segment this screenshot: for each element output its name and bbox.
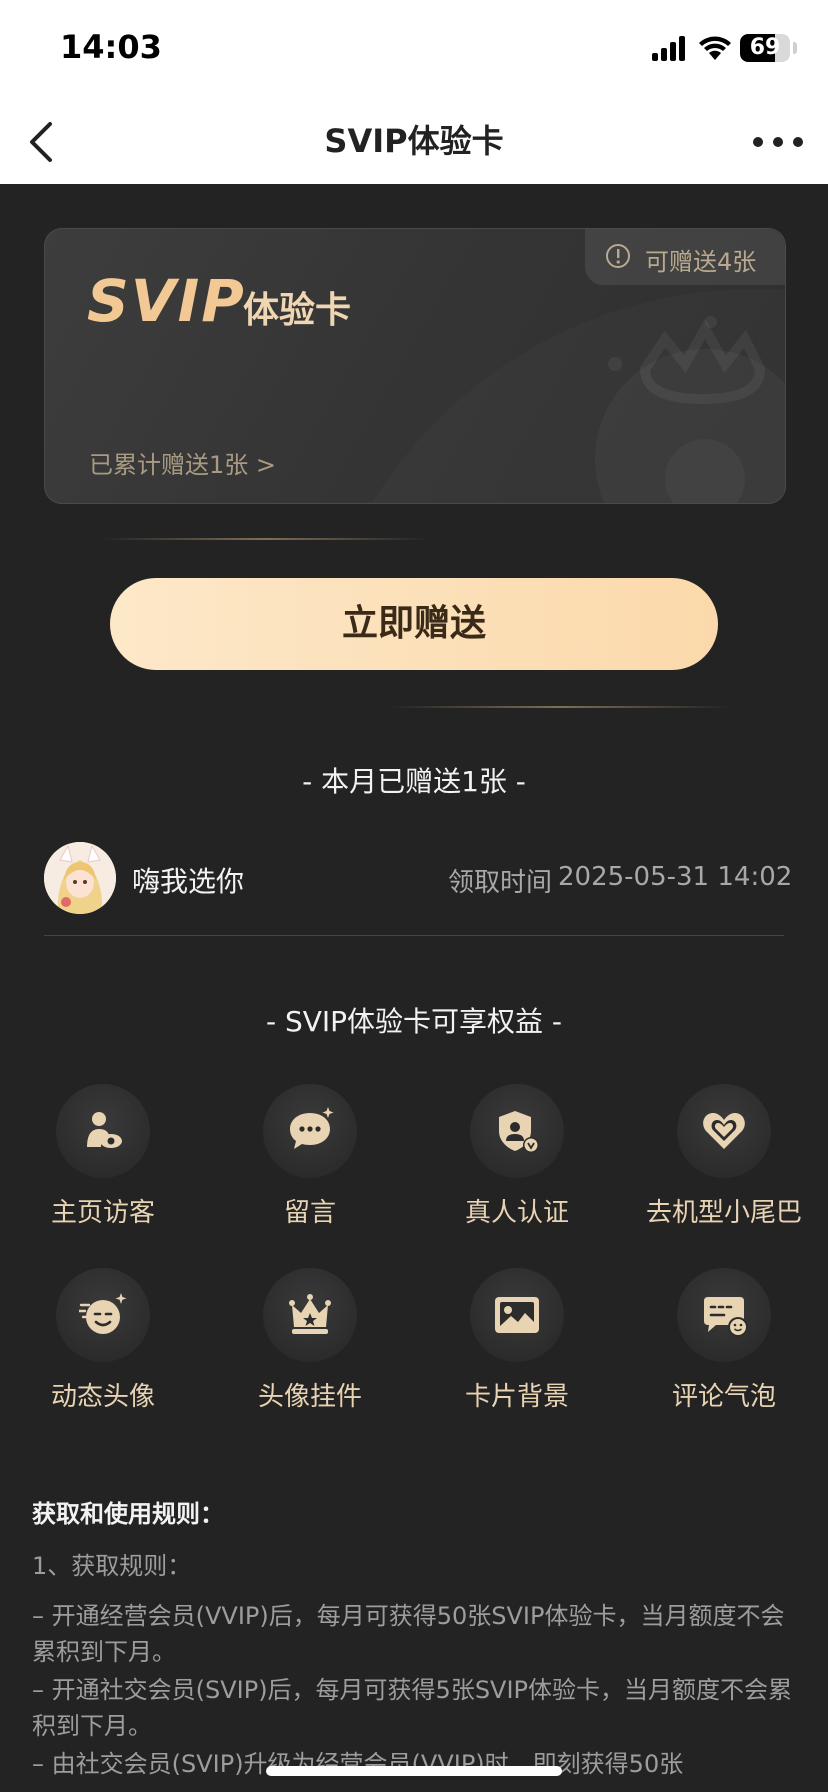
benefit-label: 留言 [283, 1198, 336, 1228]
send-now-button[interactable]: 立即赠送 [110, 578, 718, 670]
verified-shield-icon [499, 1111, 539, 1153]
giftable-badge: 可赠送4张 [585, 229, 785, 285]
battery-cap [793, 42, 797, 54]
benefit-label: 头像挂件 [257, 1382, 362, 1412]
benefit-label: 主页访客 [50, 1198, 155, 1228]
cellular-signal-icon [652, 36, 685, 61]
benefit-icon-circle [56, 1268, 150, 1362]
battery-icon: 69 [740, 34, 790, 62]
benefit-animated-avatar[interactable]: 动态头像 [3, 1268, 203, 1413]
benefit-avatar-pendant[interactable]: 头像挂件 [210, 1268, 410, 1413]
gifted-total-link[interactable]: 已累计赠送1张 > [89, 445, 276, 480]
crown-mascot-icon [595, 316, 785, 503]
sent-section-title: - 本月已赠送1张 - [302, 765, 526, 798]
benefit-real-person-verification[interactable]: 真人认证 [417, 1084, 617, 1229]
rule-heading: 1、获取规则： [32, 1552, 192, 1580]
rules-title: 获取和使用规则： [32, 1500, 224, 1528]
wifi-icon [699, 36, 731, 60]
home-indicator[interactable] [266, 1766, 562, 1776]
svip-trial-card[interactable]: 可赠送4张 SVIP 体验卡 已累计赠送1张 > [44, 228, 786, 504]
benefit-label: 去机型小尾巴 [645, 1198, 802, 1228]
rule-line: – 开通社交会员(SVIP)后，每月可获得5张SVIP体验卡，当月额度不会累积到… [32, 1676, 793, 1740]
animated-face-icon [79, 1293, 127, 1334]
status-bar: 14:03 69 [0, 0, 828, 100]
recipient-name[interactable]: 嗨我选你 [132, 860, 244, 900]
page-title: SVIP体验卡 [324, 122, 504, 160]
benefit-icon-circle [263, 1268, 357, 1362]
crown-pendant-icon [289, 1294, 331, 1334]
divider [44, 935, 784, 936]
avatar-image [44, 842, 116, 914]
benefit-remove-device-tag[interactable]: 去机型小尾巴 [624, 1084, 824, 1229]
heart-tag-icon [703, 1113, 745, 1149]
profile-visitor-icon [87, 1112, 122, 1148]
benefit-label: 卡片背景 [464, 1382, 569, 1412]
picture-icon [495, 1297, 539, 1333]
message-bubble-icon [290, 1107, 334, 1149]
receive-time-value: 2025-05-31 14:02 [558, 862, 793, 892]
benefit-icon-circle [470, 1084, 564, 1178]
benefits-section-title: - SVIP体验卡可享权益 - [265, 1005, 563, 1038]
avatar[interactable] [44, 842, 116, 914]
comment-bubble-icon [704, 1297, 748, 1337]
benefit-label: 评论气泡 [671, 1382, 776, 1412]
svip-logo: SVIP [87, 267, 246, 335]
benefit-card-background[interactable]: 卡片背景 [417, 1268, 617, 1413]
benefit-icon-circle [263, 1084, 357, 1178]
benefit-icon-circle [677, 1268, 771, 1362]
benefit-message[interactable]: 留言 [210, 1084, 410, 1229]
receive-time-label: 领取时间 [448, 868, 553, 898]
benefit-profile-visitor[interactable]: 主页访客 [3, 1084, 203, 1229]
info-icon [606, 244, 630, 268]
benefit-icon-circle [677, 1084, 771, 1178]
card-subtitle: 体验卡 [243, 290, 352, 331]
nav-bar: SVIP体验卡 [0, 100, 828, 184]
more-options-icon[interactable] [748, 118, 808, 166]
battery-percent: 69 [749, 35, 781, 60]
benefit-comment-bubble[interactable]: 评论气泡 [624, 1268, 824, 1413]
back-arrow-icon[interactable] [20, 118, 68, 166]
benefit-label: 真人认证 [464, 1198, 569, 1228]
status-time: 14:03 [60, 28, 162, 66]
decorative-divider [390, 706, 730, 708]
benefit-icon-circle [470, 1268, 564, 1362]
decorative-divider [100, 538, 430, 540]
giftable-count: 可赠送4张 [645, 248, 757, 276]
rule-line: – 开通经营会员(VVIP)后，每月可获得50张SVIP体验卡，当月额度不会累积… [32, 1602, 785, 1666]
benefit-icon-circle [56, 1084, 150, 1178]
benefit-label: 动态头像 [50, 1382, 155, 1412]
